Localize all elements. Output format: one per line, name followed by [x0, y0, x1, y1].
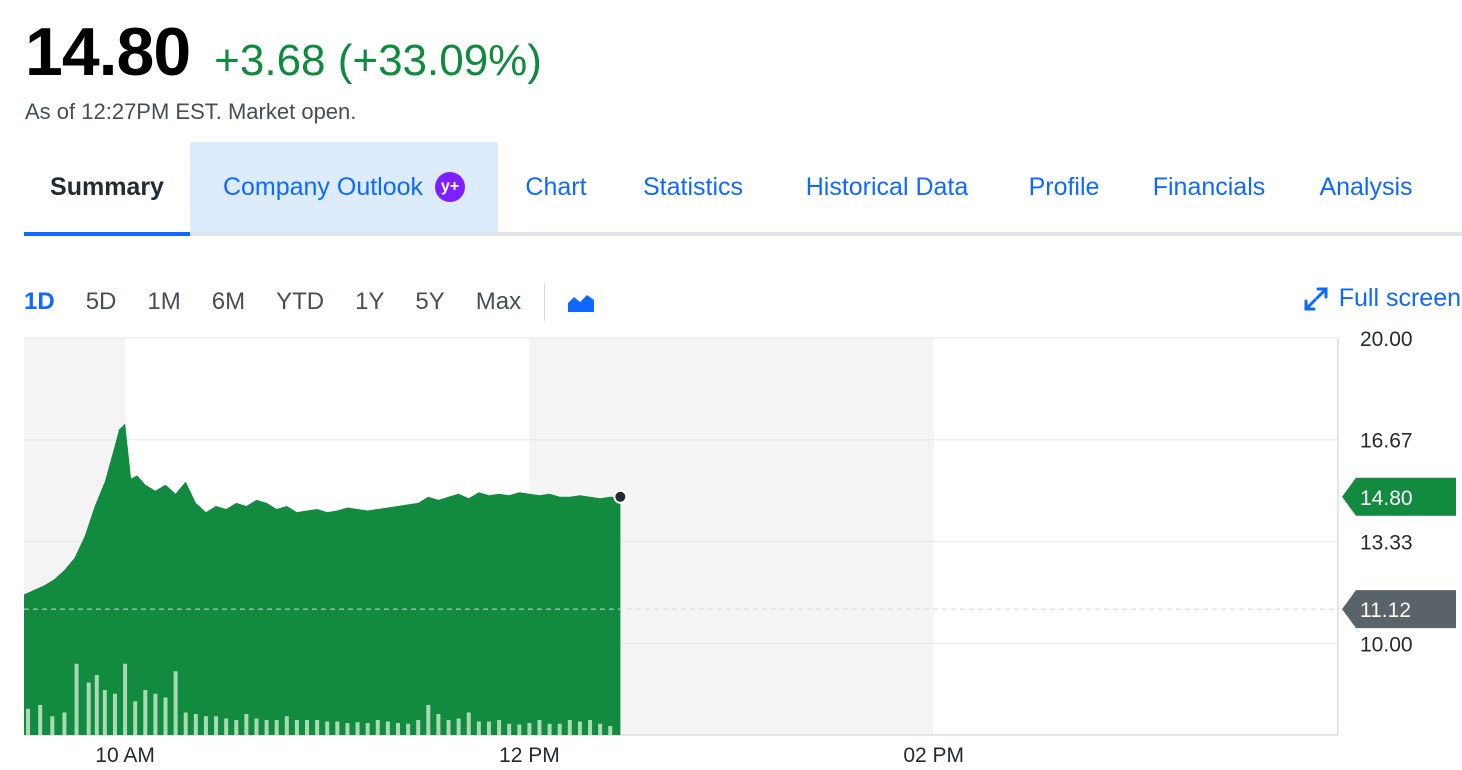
volume-bar [527, 723, 532, 735]
volume-bar [254, 718, 259, 735]
price-chart: 20.00 16.67 13.33 10.00 11.12 14.80 10 AM 12 PM… [24, 328, 1456, 767]
volume-bar [153, 693, 158, 735]
x-tick-label: 12 PM [499, 744, 560, 767]
volume-bar [365, 723, 370, 735]
volume-bar [598, 723, 603, 735]
volume-bar [133, 701, 138, 735]
y-tick-label: 10.00 [1360, 633, 1413, 656]
x-tick-label: 10 AM [95, 744, 155, 767]
volume-bar [466, 712, 471, 735]
volume-bar [305, 720, 310, 735]
volume-bar [588, 720, 593, 735]
volume-bar [193, 714, 198, 735]
volume-bar [436, 714, 441, 735]
volume-bar [284, 716, 289, 735]
volume-bar [94, 675, 99, 735]
volume-bar [557, 723, 562, 735]
volume-bar [74, 663, 79, 735]
volume-bar [537, 720, 542, 735]
volume-bar [385, 721, 390, 735]
volume-bar [112, 693, 117, 735]
volume-bar [426, 705, 431, 735]
volume-bar [335, 721, 340, 735]
volume-bar [102, 690, 107, 735]
last-price-dot [613, 489, 628, 504]
volume-bar [375, 720, 380, 735]
volume-bar [577, 721, 582, 735]
volume-bar [608, 726, 613, 735]
volume-bar [497, 720, 502, 735]
volume-bar [264, 720, 269, 735]
volume-bar [476, 721, 481, 735]
volume-bar [234, 720, 239, 735]
volume-bar [406, 723, 411, 735]
previous-close-tag-label: 11.12 [1360, 599, 1411, 622]
volume-bar [62, 712, 67, 735]
volume-bar [173, 671, 178, 735]
volume-bar [143, 690, 148, 735]
volume-bar [26, 708, 31, 735]
volume-bar [345, 723, 350, 735]
volume-bar [214, 716, 219, 735]
volume-bar [567, 720, 572, 735]
y-tick-label: 20.00 [1360, 328, 1413, 351]
volume-bar [456, 718, 461, 735]
volume-bar [355, 722, 360, 735]
y-tick-label: 16.67 [1360, 430, 1413, 453]
volume-bar [163, 697, 168, 735]
y-tick-label: 13.33 [1360, 532, 1413, 555]
volume-bar [446, 720, 451, 735]
volume-bar [507, 723, 512, 735]
volume-bar [325, 721, 330, 735]
volume-bar [244, 714, 249, 735]
volume-bar [294, 720, 299, 735]
volume-bar [183, 712, 188, 735]
volume-bar [86, 682, 91, 735]
volume-bar [274, 720, 279, 735]
current-price-tag-label: 14.80 [1360, 487, 1413, 510]
volume-bar [315, 720, 320, 735]
volume-bar [547, 723, 552, 735]
volume-bar [224, 718, 229, 735]
volume-bar [517, 724, 522, 735]
volume-bar [486, 721, 491, 735]
volume-bar [38, 705, 43, 735]
volume-bar [395, 723, 400, 735]
volume-bar [50, 716, 55, 735]
volume-bar [123, 663, 128, 735]
volume-bar [203, 716, 208, 735]
x-tick-label: 02 PM [903, 744, 964, 767]
volume-bar [416, 720, 421, 735]
